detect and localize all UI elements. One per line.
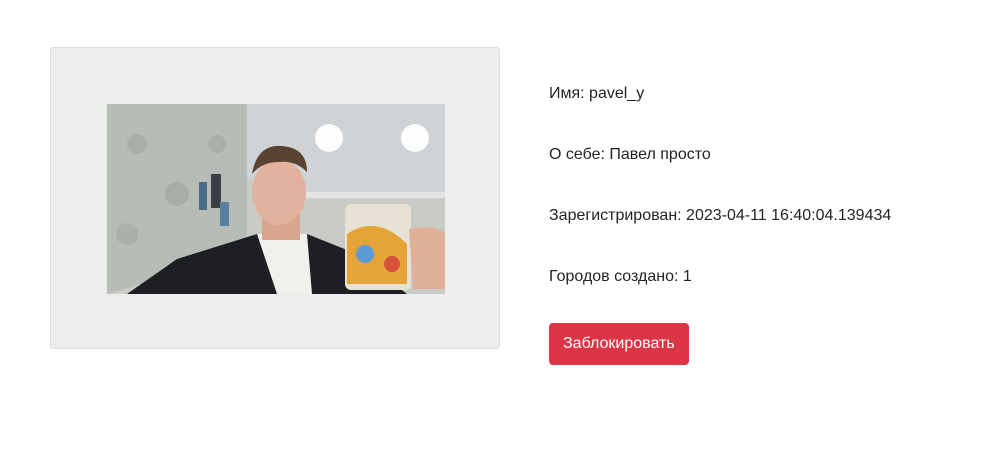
user-profile-page: Имя: pavel_y О себе: Павел просто Зареги… bbox=[0, 0, 983, 451]
photo-card bbox=[50, 47, 500, 349]
user-about: О себе: Павел просто bbox=[549, 146, 711, 163]
user-registered-date: Зарегистрирован: 2023-04-11 16:40:04.139… bbox=[549, 207, 892, 224]
user-photo bbox=[107, 104, 445, 294]
user-name: Имя: pavel_y bbox=[549, 85, 645, 102]
user-cities-count: Городов создано: 1 bbox=[549, 268, 692, 285]
block-user-button[interactable]: Заблокировать bbox=[549, 323, 689, 365]
